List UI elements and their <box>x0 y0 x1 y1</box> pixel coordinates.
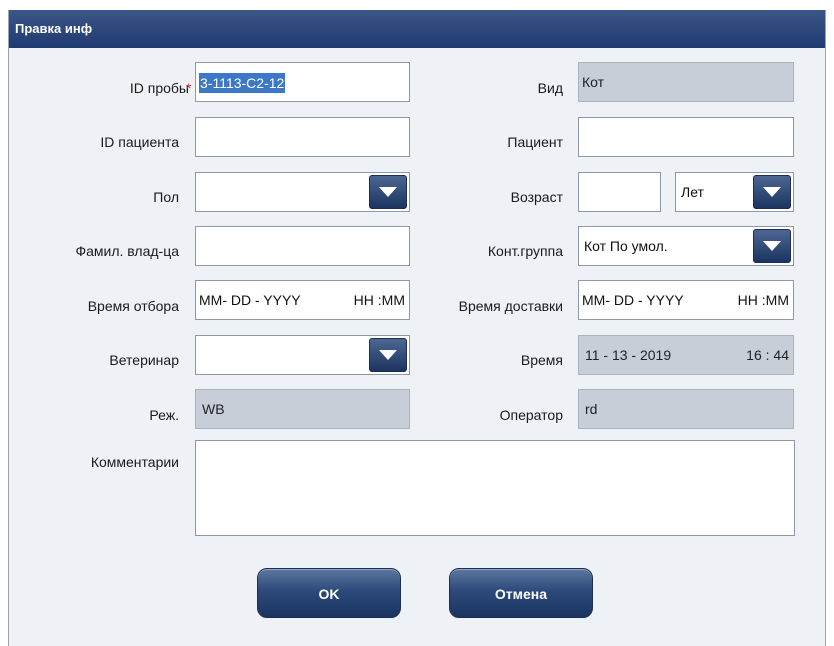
required-marker: * <box>186 80 192 96</box>
ok-button[interactable]: OK <box>257 568 401 618</box>
patient-id-label: ID пациента <box>100 134 179 150</box>
age-unit-value: Лет <box>681 184 704 200</box>
owner-input[interactable] <box>195 226 410 266</box>
patient-input[interactable] <box>578 117 794 157</box>
edit-info-dialog: Правка инф ID пробы * 3-1113-C2-12 Вид К… <box>8 10 826 646</box>
chevron-down-icon <box>763 241 781 251</box>
time-time: 16 : 44 <box>746 347 789 363</box>
chevron-down-icon <box>379 350 397 360</box>
ref-group-dropdown-button[interactable] <box>753 229 791 263</box>
draw-time-date: MM- DD - YYYY <box>199 292 301 308</box>
delivery-time-date: MM- DD - YYYY <box>582 292 684 308</box>
ref-group-select[interactable]: Кот По умол. <box>578 226 794 266</box>
cancel-button[interactable]: Отмена <box>449 568 593 618</box>
comments-textarea[interactable] <box>195 440 795 536</box>
sample-id-value: 3-1113-C2-12 <box>199 73 286 94</box>
operator-field: rd <box>578 389 794 429</box>
vet-value <box>199 347 201 363</box>
sex-dropdown-button[interactable] <box>369 175 407 209</box>
operator-label: Оператор <box>499 407 563 423</box>
draw-time-time: HH :MM <box>353 292 405 308</box>
ref-group-value: Кот По умол. <box>584 238 668 254</box>
comments-label: Комментарии <box>90 454 179 470</box>
owner-label: Фамил. влад-ца <box>75 243 179 259</box>
age-input[interactable] <box>578 172 661 212</box>
delivery-time-input[interactable]: MM- DD - YYYY HH :MM <box>578 280 794 320</box>
chevron-down-icon <box>379 187 397 197</box>
patient-label: Пациент <box>507 134 563 150</box>
vet-select[interactable] <box>195 335 410 375</box>
sample-id-label: ID пробы <box>129 80 189 96</box>
sex-label: Пол <box>153 189 179 205</box>
sex-value <box>199 184 201 200</box>
mode-field: WB <box>195 389 410 429</box>
sex-select[interactable] <box>195 172 410 212</box>
mode-label: Реж. <box>149 407 179 423</box>
time-label: Время <box>520 352 563 368</box>
patient-id-input[interactable] <box>195 117 410 157</box>
delivery-time-time: HH :MM <box>737 292 789 308</box>
vet-dropdown-button[interactable] <box>369 338 407 372</box>
delivery-time-label: Время доставки <box>458 298 563 314</box>
age-unit-select[interactable]: Лет <box>675 172 794 212</box>
species-field: Кот <box>578 62 794 102</box>
vet-label: Ветеринар <box>109 352 179 368</box>
time-field: 11 - 13 - 2019 16 : 44 <box>578 335 794 375</box>
age-unit-dropdown-button[interactable] <box>753 175 791 209</box>
time-date: 11 - 13 - 2019 <box>585 347 672 363</box>
species-label: Вид <box>537 80 563 96</box>
ref-group-label: Конт.группа <box>487 243 563 259</box>
chevron-down-icon <box>763 187 781 197</box>
draw-time-label: Время отбора <box>87 298 179 314</box>
dialog-title: Правка инф <box>9 10 825 48</box>
sample-id-input[interactable]: 3-1113-C2-12 <box>195 62 410 102</box>
age-label: Возраст <box>510 189 563 205</box>
draw-time-input[interactable]: MM- DD - YYYY HH :MM <box>195 280 410 320</box>
